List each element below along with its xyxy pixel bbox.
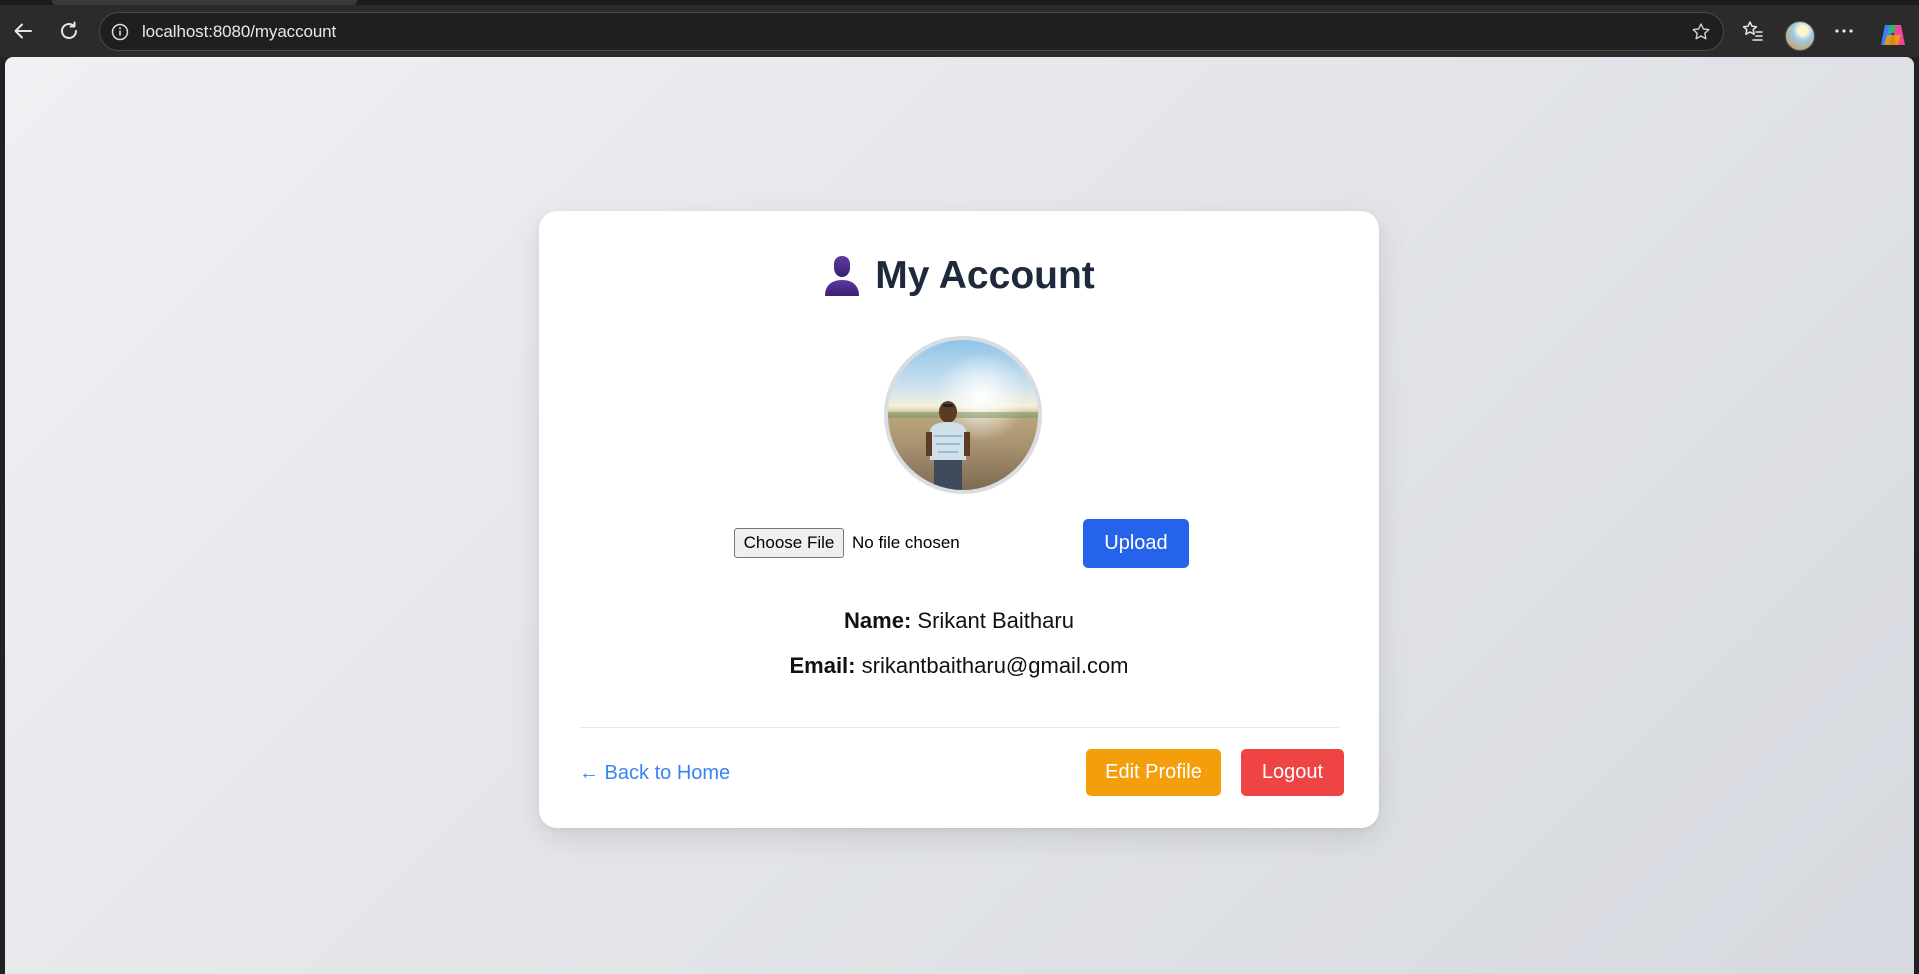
choose-file-button[interactable]: Choose File (734, 528, 844, 558)
name-value: Srikant Baitharu (917, 608, 1074, 633)
url-text[interactable]: localhost:8080/myaccount (142, 22, 336, 42)
email-label: Email: (789, 653, 856, 678)
profile-photo (884, 336, 1042, 494)
email-row: Email: srikantbaitharu@gmail.com (539, 653, 1379, 679)
profile-photo-image (888, 340, 1038, 490)
back-arrow-icon (14, 23, 32, 39)
page-header: My Account (539, 251, 1379, 301)
back-to-home-link[interactable]: ← Back to Home (579, 762, 730, 785)
page-title: My Account (875, 254, 1095, 297)
account-card: My Account Choose File No file chosen Up… (539, 211, 1379, 828)
reload-icon (61, 21, 77, 39)
star-icon[interactable] (1691, 22, 1711, 42)
profile-avatar[interactable] (1785, 21, 1815, 51)
info-icon[interactable] (111, 23, 129, 41)
upload-form: Choose File No file chosen Upload (539, 516, 1379, 568)
file-status-text: No file chosen (852, 533, 960, 552)
name-row: Name: Srikant Baitharu (539, 608, 1379, 634)
reload-button[interactable] (51, 13, 87, 49)
upload-button[interactable]: Upload (1083, 519, 1189, 568)
logout-button[interactable]: Logout (1241, 749, 1344, 796)
back-button[interactable] (5, 13, 41, 49)
edit-profile-button[interactable]: Edit Profile (1086, 749, 1221, 796)
more-menu-button[interactable] (1826, 13, 1862, 49)
email-value: srikantbaitharu@gmail.com (861, 653, 1129, 678)
user-icon (825, 256, 860, 296)
browser-toolbar: localhost:8080/myaccount (0, 5, 1919, 57)
favorites-icon (1742, 21, 1763, 41)
address-bar[interactable]: localhost:8080/myaccount (99, 12, 1724, 51)
page-viewport: My Account Choose File No file chosen Up… (5, 57, 1914, 974)
divider (579, 727, 1339, 728)
copilot-icon[interactable] (1877, 19, 1909, 51)
name-label: Name: (844, 608, 912, 633)
more-icon (1835, 29, 1853, 33)
favorites-button[interactable] (1735, 13, 1771, 49)
